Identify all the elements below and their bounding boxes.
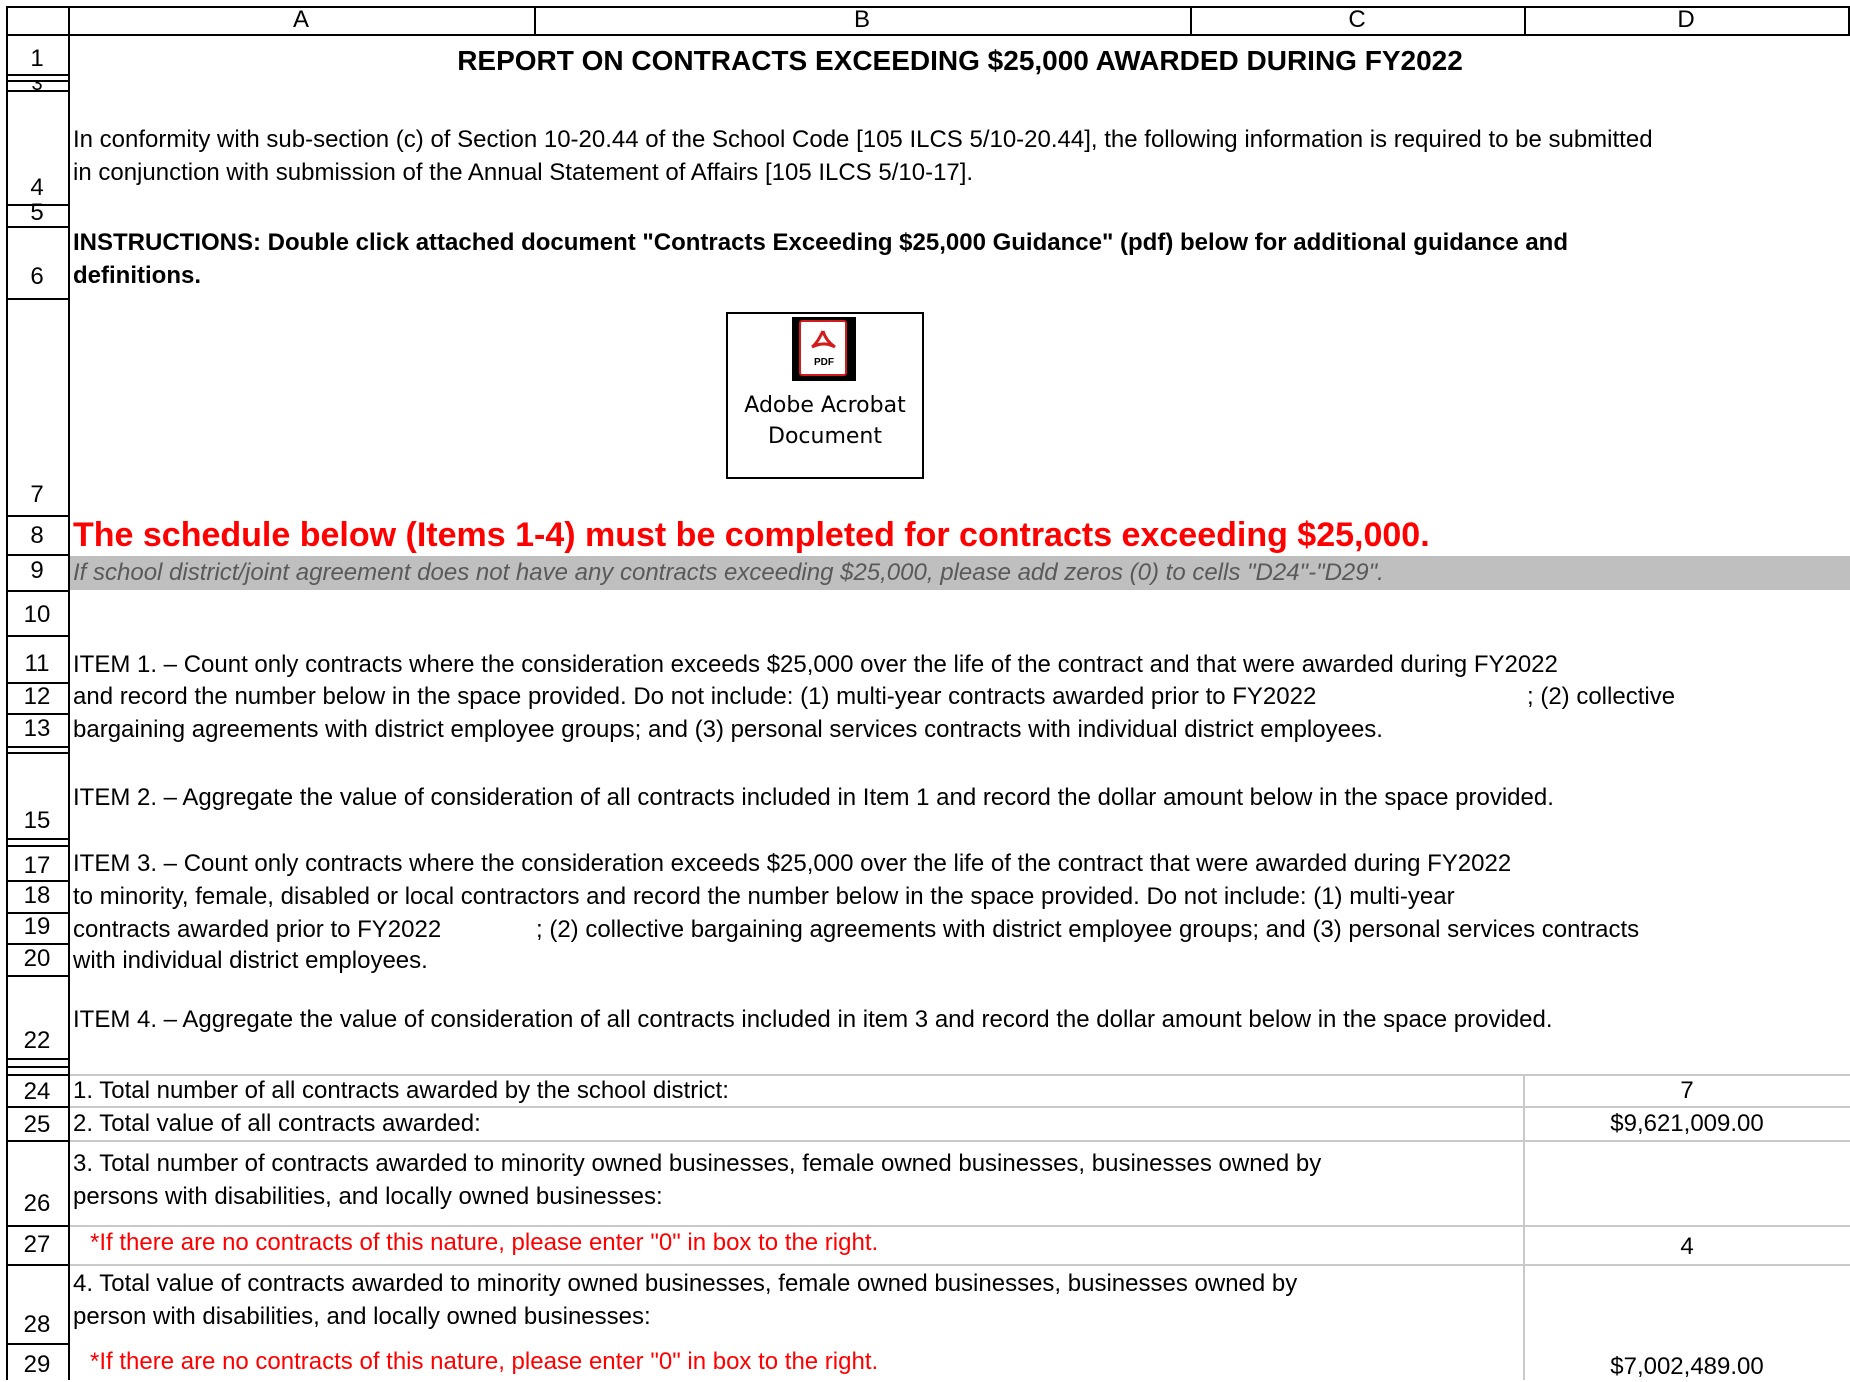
item3-line-3-continued: ; (2) collective bargaining agreements w…	[536, 916, 1640, 943]
total-contracts-label: 1. Total number of all contracts awarded…	[73, 1077, 729, 1104]
row-header-24[interactable]: 24	[6, 1079, 68, 1105]
grid-line	[70, 1264, 1850, 1266]
row-header-29[interactable]: 29	[6, 1352, 68, 1378]
row-line	[6, 298, 68, 300]
instructions-line-2: definitions.	[73, 262, 201, 289]
row-line	[6, 635, 68, 637]
row-header-8[interactable]: 8	[6, 523, 68, 549]
row-header-10[interactable]: 10	[6, 602, 68, 628]
row-line	[6, 1058, 68, 1060]
row-line	[6, 682, 68, 684]
column-header-corner[interactable]	[6, 6, 70, 36]
row-header-28[interactable]: 28	[6, 1312, 68, 1338]
row-line	[6, 1343, 68, 1345]
row-header-13[interactable]: 13	[6, 716, 68, 742]
row-line	[6, 74, 68, 76]
item1-line-1: ITEM 1. – Count only contracts where the…	[73, 651, 1558, 678]
pdf-icon-text: PDF	[814, 357, 834, 368]
item3-line-4: with individual district employees.	[73, 947, 428, 974]
row-header-15[interactable]: 15	[6, 808, 68, 834]
row-header-22[interactable]: 22	[6, 1028, 68, 1054]
minority-value-note: *If there are no contracts of this natur…	[90, 1348, 879, 1375]
item3-line-3: contracts awarded prior to FY2022	[73, 916, 442, 943]
row-header-20[interactable]: 20	[6, 946, 68, 972]
row-line	[6, 752, 68, 754]
row-line	[6, 943, 68, 945]
row-line	[6, 880, 68, 882]
column-header-d[interactable]: D	[1524, 6, 1850, 36]
total-contracts-value[interactable]: 7	[1524, 1076, 1850, 1106]
pdf-attachment[interactable]: PDF Adobe Acrobat Document	[726, 312, 924, 479]
row-line	[6, 226, 68, 228]
row-line	[6, 845, 68, 847]
column-header-c[interactable]: C	[1190, 6, 1526, 36]
page-title: REPORT ON CONTRACTS EXCEEDING $25,000 AW…	[457, 45, 1463, 76]
row-line	[6, 713, 68, 715]
minority-count-value[interactable]: 4	[1524, 1232, 1850, 1262]
row-line	[6, 1140, 68, 1142]
total-value-value[interactable]: $9,621,009.00	[1524, 1109, 1850, 1139]
row-header-9[interactable]: 9	[6, 558, 68, 584]
row-header-26[interactable]: 26	[6, 1191, 68, 1217]
row-line	[6, 1225, 68, 1227]
intro-line-1: In conformity with sub-section (c) of Se…	[73, 126, 1653, 153]
minority-value-value[interactable]: $7,002,489.00	[1524, 1352, 1850, 1382]
row-line	[6, 90, 68, 92]
minority-count-note: *If there are no contracts of this natur…	[90, 1229, 879, 1256]
row-header-1[interactable]: 1	[6, 46, 68, 72]
row-header-4[interactable]: 4	[6, 175, 68, 201]
total-value-label: 2. Total value of all contracts awarded:	[73, 1110, 481, 1137]
grid-line	[70, 1140, 1850, 1142]
item1-line-2-continued: ; (2) collective	[1527, 683, 1676, 710]
row-header-11[interactable]: 11	[6, 651, 68, 677]
row-line	[6, 1066, 68, 1068]
intro-line-2: in conjunction with submission of the An…	[73, 159, 974, 186]
row-line	[6, 204, 68, 206]
attachment-label-line-1: Adobe Acrobat	[744, 393, 906, 418]
row-line	[6, 590, 68, 592]
item3-line-2: to minority, female, disabled or local c…	[73, 883, 1455, 910]
row-header-18[interactable]: 18	[6, 883, 68, 909]
row-line	[6, 1106, 68, 1108]
row-header-12[interactable]: 12	[6, 684, 68, 710]
row-line	[6, 746, 68, 748]
column-header-a[interactable]: A	[68, 6, 536, 36]
row-header-19[interactable]: 19	[6, 914, 68, 940]
row-header-27[interactable]: 27	[6, 1232, 68, 1258]
schedule-heading: The schedule below (Items 1-4) must be c…	[73, 516, 1430, 554]
item3-line-1: ITEM 3. – Count only contracts where the…	[73, 850, 1512, 877]
attachment-label-line-2: Document	[768, 424, 882, 449]
row-line	[6, 1074, 68, 1076]
row-header-5[interactable]: 5	[6, 201, 68, 225]
row-header-7[interactable]: 7	[6, 482, 68, 508]
minority-count-label-line-2: persons with disabilities, and locally o…	[73, 1183, 663, 1210]
row-line	[6, 975, 68, 977]
row-line	[6, 80, 68, 82]
minority-value-label-line-1: 4. Total value of contracts awarded to m…	[73, 1270, 1298, 1297]
row-line	[6, 515, 68, 517]
item1-line-3: bargaining agreements with district empl…	[73, 716, 1383, 743]
item2-text: ITEM 2. – Aggregate the value of conside…	[73, 784, 1554, 811]
row-line	[6, 1264, 68, 1266]
zeros-note: If school district/joint agreement does …	[73, 559, 1384, 586]
row-header-17[interactable]: 17	[6, 853, 68, 879]
row-line	[6, 838, 68, 840]
minority-count-label-line-1: 3. Total number of contracts awarded to …	[73, 1150, 1322, 1177]
item1-line-2: and record the number below in the space…	[73, 683, 1317, 710]
pdf-file-icon: PDF	[792, 317, 856, 381]
row-line	[6, 554, 68, 556]
column-header-b[interactable]: B	[534, 6, 1192, 36]
row-line	[6, 912, 68, 914]
instructions-line-1: INSTRUCTIONS: Double click attached docu…	[73, 229, 1568, 256]
row-header-6[interactable]: 6	[6, 264, 68, 290]
row-header-border	[68, 6, 70, 1380]
minority-value-label-line-2: person with disabilities, and locally ow…	[73, 1303, 651, 1330]
row-header-25[interactable]: 25	[6, 1112, 68, 1138]
item4-text: ITEM 4. – Aggregate the value of conside…	[73, 1006, 1553, 1033]
